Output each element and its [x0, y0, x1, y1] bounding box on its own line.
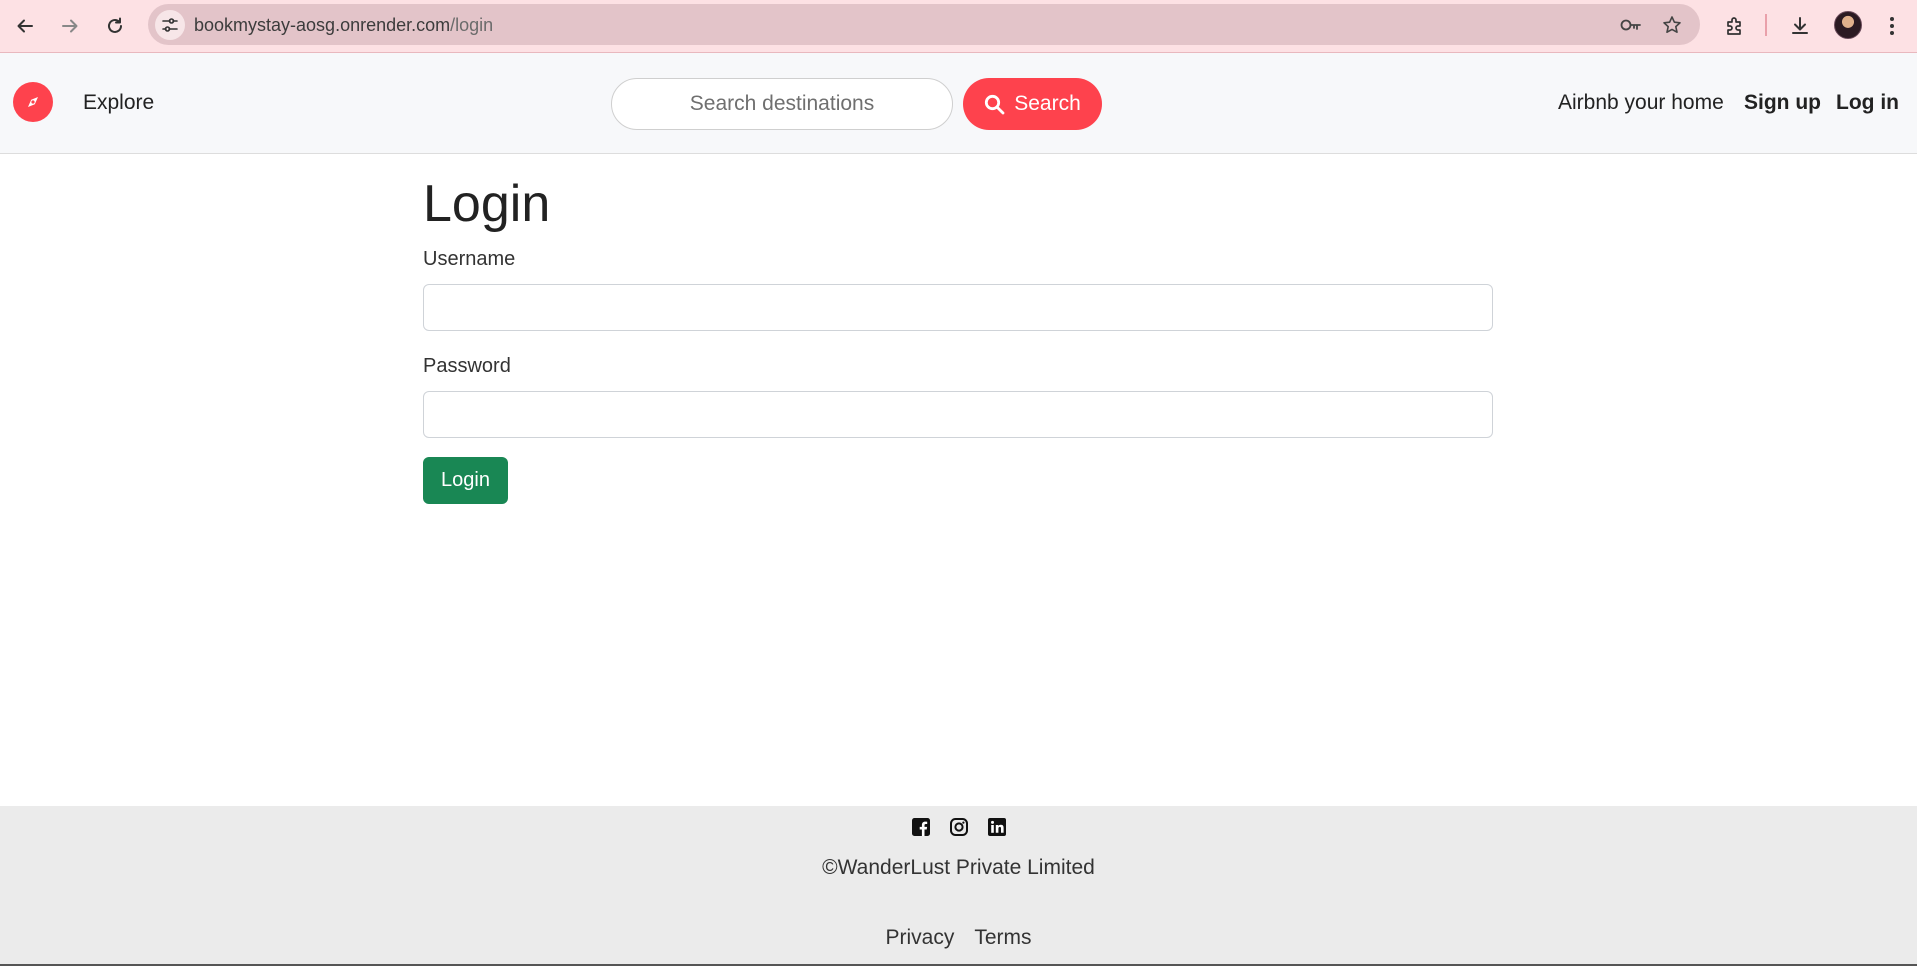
- username-input[interactable]: [423, 284, 1493, 331]
- footer-links: Privacy Terms: [0, 926, 1917, 950]
- facebook-icon[interactable]: [911, 818, 930, 836]
- site-navbar: Explore Search Airbnb your home Sign up …: [0, 53, 1917, 154]
- search-button-label: Search: [1014, 92, 1081, 115]
- instagram-icon[interactable]: [949, 818, 968, 836]
- more-menu-icon[interactable]: [1876, 10, 1908, 42]
- forward-icon[interactable]: [54, 10, 86, 42]
- url-path: /login: [450, 15, 494, 35]
- sign-up-link[interactable]: Sign up: [1744, 91, 1821, 115]
- site-info-icon[interactable]: [155, 10, 185, 40]
- back-icon[interactable]: [9, 10, 41, 42]
- social-links: [0, 818, 1917, 836]
- search-button[interactable]: Search: [963, 78, 1102, 130]
- terms-link[interactable]: Terms: [974, 926, 1031, 950]
- compass-logo-icon[interactable]: [13, 82, 53, 122]
- linkedin-icon[interactable]: [987, 818, 1006, 836]
- profile-avatar[interactable]: [1834, 11, 1862, 39]
- copyright-text: ©WanderLust Private Limited: [822, 856, 1095, 879]
- url-host: bookmystay-aosg.onrender.com: [194, 15, 451, 35]
- download-icon[interactable]: [1784, 10, 1816, 42]
- login-submit-button[interactable]: Login: [423, 457, 508, 504]
- address-bar[interactable]: bookmystay-aosg.onrender.com/login: [148, 4, 1700, 45]
- password-key-icon[interactable]: [1619, 13, 1643, 37]
- privacy-link[interactable]: Privacy: [885, 926, 954, 950]
- browser-toolbar: bookmystay-aosg.onrender.com/login: [0, 0, 1917, 53]
- url-text: bookmystay-aosg.onrender.com/login: [194, 15, 493, 36]
- extensions-icon[interactable]: [1719, 10, 1751, 42]
- search-destinations-input[interactable]: [611, 78, 953, 130]
- password-label: Password: [423, 355, 511, 377]
- airbnb-your-home-link[interactable]: Airbnb your home: [1558, 91, 1724, 115]
- bookmark-star-icon[interactable]: [1660, 13, 1684, 37]
- page-title: Login: [423, 175, 551, 233]
- toolbar-divider: [1765, 14, 1767, 36]
- username-label: Username: [423, 248, 516, 270]
- log-in-link[interactable]: Log in: [1836, 91, 1899, 115]
- site-footer: ©WanderLust Private Limited Privacy Term…: [0, 806, 1917, 966]
- explore-link[interactable]: Explore: [83, 91, 154, 115]
- password-input[interactable]: [423, 391, 1493, 438]
- reload-icon[interactable]: [99, 10, 131, 42]
- search-icon: [984, 94, 1005, 115]
